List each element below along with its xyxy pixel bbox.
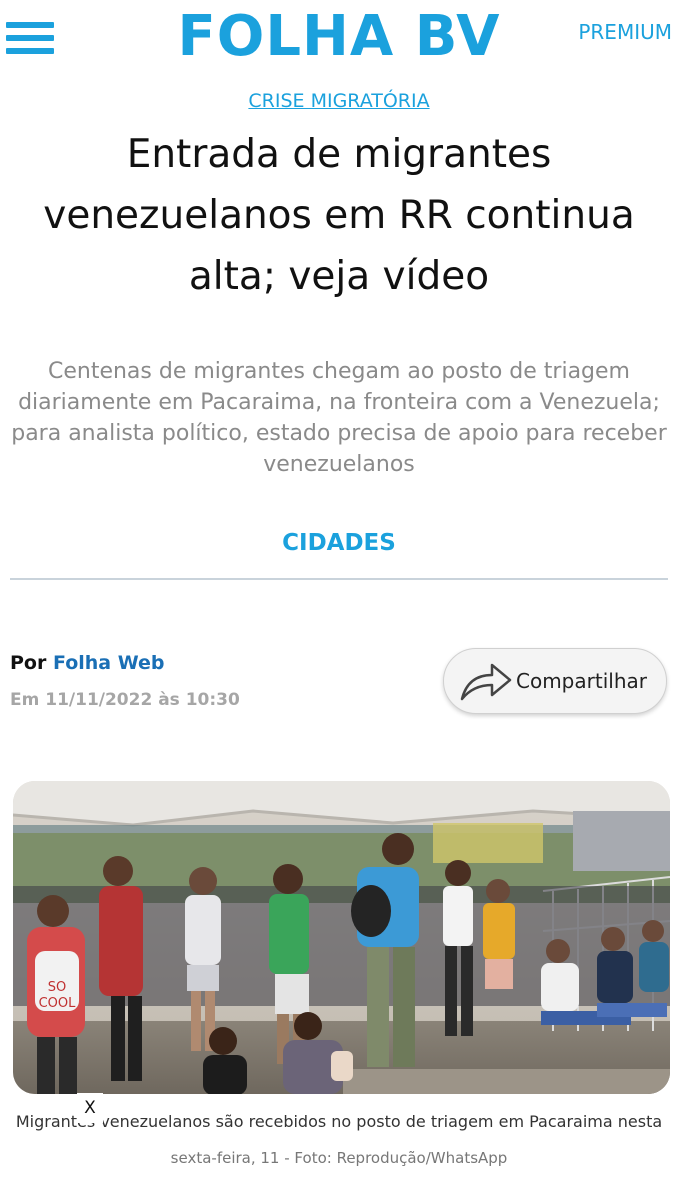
publish-date: Em 11/11/2022 às 10:30 [10, 690, 240, 710]
article-subheadline: Centenas de migrantes chegam ao posto de… [11, 359, 667, 477]
category-kicker-link[interactable]: CRISE MIGRATÓRIA [0, 90, 678, 112]
author-link[interactable]: Folha Web [53, 652, 165, 674]
section-label[interactable]: CIDADES [0, 530, 678, 556]
photo-credit: sexta-feira, 11 - Foto: Reprodução/Whats… [170, 1149, 508, 1167]
premium-link[interactable]: PREMIUM [578, 20, 672, 44]
share-arrow-icon [460, 663, 512, 701]
shirt-text-so: SO [48, 980, 66, 995]
share-button[interactable]: Compartilhar [443, 648, 667, 714]
shirt-text-cool: COOL [39, 996, 77, 1011]
article-headline: Entrada de migrantes venezuelanos em RR … [43, 132, 635, 299]
article-photo[interactable]: SO COOL [13, 781, 670, 1094]
byline-prefix: Por [10, 652, 47, 674]
site-logo[interactable]: FOLHA BV [0, 4, 678, 69]
site-header: FOLHA BV PREMIUM [0, 0, 678, 80]
share-button-label: Compartilhar [516, 669, 647, 693]
section-divider [10, 578, 668, 580]
close-ad-button[interactable]: X [77, 1093, 103, 1123]
migrants-queue-photo: SO COOL [13, 781, 670, 1094]
byline: Por Folha Web [10, 652, 165, 674]
